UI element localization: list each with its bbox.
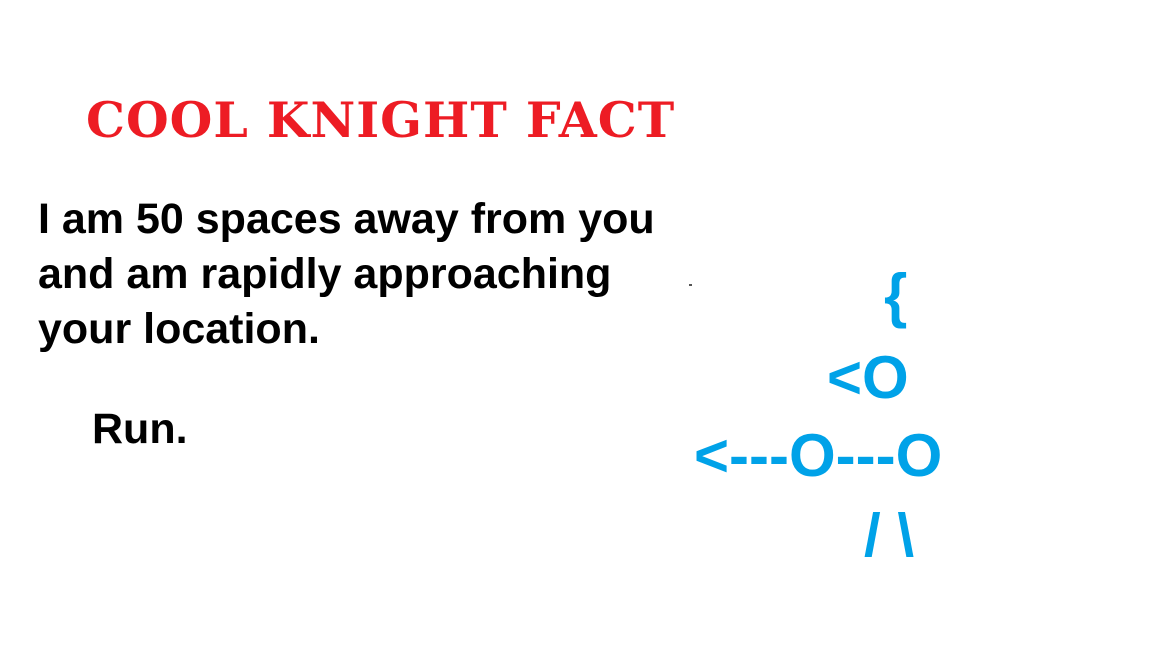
fact-line-1: I am 50 spaces away from you	[38, 195, 655, 243]
fact-line-2: and am rapidly approaching	[38, 250, 612, 298]
knight-head: <O	[827, 344, 909, 411]
stray-dot	[689, 284, 692, 286]
closing-text: Run.	[92, 405, 188, 453]
meme-canvas: COOL KNIGHT FACT I am 50 spaces away fro…	[0, 0, 1152, 648]
knight-legs: / \	[864, 502, 915, 569]
knight-plume: {	[884, 262, 908, 329]
fact-text: I am 50 spaces away from you and am rapi…	[38, 192, 655, 357]
fact-line-3: your location.	[38, 305, 320, 353]
title-heading: COOL KNIGHT FACT	[86, 91, 676, 149]
knight-arms-lance: <---O---O	[694, 422, 943, 489]
